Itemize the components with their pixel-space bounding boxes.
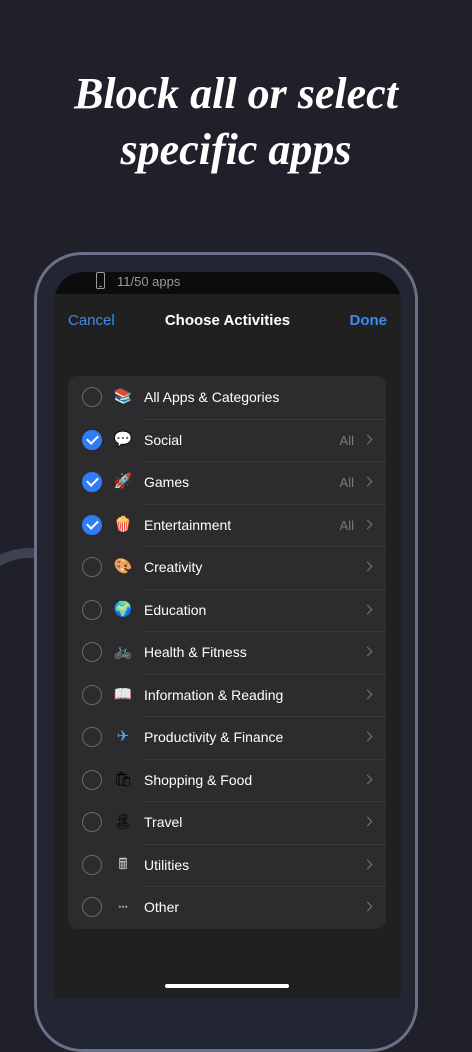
activity-row-10[interactable]: 🛍 Shopping & Food [68, 758, 386, 802]
chevron-right-icon[interactable] [362, 434, 373, 444]
shopping-bag-icon: 🛍 [113, 770, 133, 788]
activity-row-11[interactable]: 🏝 Travel [68, 801, 386, 844]
phone-screen: 11/50 apps Choose Activities Cancel Done… [54, 272, 401, 998]
activity-label: Travel [144, 814, 183, 830]
ellipsis-icon: ••• [118, 902, 128, 912]
activity-label: Information & Reading [144, 686, 284, 703]
activity-label: Games [144, 474, 190, 490]
activity-label: Health & Fitness [144, 644, 247, 660]
chevron-right-icon[interactable] [362, 646, 373, 657]
cancel-button[interactable]: Cancel [68, 312, 115, 329]
chevron-right-icon[interactable] [362, 519, 373, 529]
popcorn-icon: 🍿 [113, 515, 133, 533]
bicycle-icon: 🚲 [113, 643, 133, 660]
headline: Block all or select specific apps [0, 66, 472, 178]
chevron-right-icon[interactable] [362, 689, 373, 699]
checked-radio[interactable] [82, 429, 102, 450]
activity-row-1[interactable]: 📚 All Apps & Categories [68, 376, 386, 419]
activity-row-4[interactable]: 🍿 Entertainment All [68, 503, 386, 547]
chevron-right-icon[interactable] [362, 476, 373, 487]
unchecked-radio[interactable] [82, 854, 102, 875]
activity-list: 📚 All Apps & Categories 💬 Social All 🚀 Games Al… [68, 376, 386, 929]
activity-label: Shopping & Food [144, 771, 253, 788]
selection-detail: All [339, 432, 354, 448]
checked-radio[interactable] [82, 472, 102, 492]
palette-icon: 🎨 [113, 558, 133, 575]
island-icon: 🏝 [113, 813, 133, 830]
activity-row-5[interactable]: 🎨 Creativity [68, 546, 386, 589]
activity-row-7[interactable]: 🚲 Health & Fitness [68, 631, 386, 674]
chevron-right-icon[interactable] [362, 774, 373, 784]
chevron-right-icon[interactable] [362, 561, 373, 572]
book-icon: 📖 [113, 685, 133, 703]
activity-label: Other [144, 899, 180, 915]
app-count: 11/50 apps [117, 274, 181, 289]
nav-bar: Choose Activities Cancel Done [54, 304, 401, 334]
activity-row-3[interactable]: 🚀 Games All [68, 461, 386, 504]
activity-label: Entertainment [144, 516, 232, 533]
unchecked-radio[interactable] [82, 557, 102, 577]
paper-plane-icon: ✈ [116, 728, 130, 745]
activity-label: Social [144, 431, 183, 448]
activity-row-13[interactable]: ••• Other [68, 886, 386, 929]
speech-heart-icon: 💬 [113, 430, 133, 448]
activity-label: Productivity & Finance [144, 729, 284, 745]
phone-icon [96, 272, 105, 289]
activity-label: Utilities [144, 856, 190, 873]
chevron-right-icon[interactable] [362, 731, 373, 742]
unchecked-radio[interactable] [82, 599, 102, 620]
rocket-icon: 🚀 [113, 473, 133, 490]
status-bar: 11/50 apps [54, 272, 401, 294]
chevron-right-icon[interactable] [362, 901, 373, 912]
selection-detail: All [339, 517, 354, 533]
chevron-right-icon[interactable] [362, 859, 373, 869]
activity-label: Creativity [144, 559, 203, 575]
calculator-icon: 🖩 [118, 855, 128, 873]
home-indicator[interactable] [165, 984, 289, 988]
unchecked-radio[interactable] [82, 727, 102, 747]
unchecked-radio[interactable] [82, 684, 102, 705]
activity-row-8[interactable]: 📖 Information & Reading [68, 673, 386, 717]
checked-radio[interactable] [82, 514, 102, 535]
chevron-right-icon[interactable] [362, 816, 373, 827]
headline-line-1: Block all or select [74, 69, 398, 118]
activity-row-6[interactable]: 🌍 Education [68, 588, 386, 632]
unchecked-radio[interactable] [82, 812, 102, 832]
stack-icon: 📚 [113, 388, 133, 405]
unchecked-radio[interactable] [82, 387, 102, 407]
done-button[interactable]: Done [350, 312, 388, 329]
unchecked-radio[interactable] [82, 642, 102, 662]
activity-row-2[interactable]: 💬 Social All [68, 418, 386, 462]
selection-detail: All [339, 475, 354, 490]
unchecked-radio[interactable] [82, 769, 102, 790]
chevron-right-icon[interactable] [362, 604, 373, 614]
headline-line-2: specific apps [120, 125, 352, 174]
activity-label: All Apps & Categories [144, 389, 280, 405]
globe-icon: 🌍 [113, 600, 133, 618]
unchecked-radio[interactable] [82, 897, 102, 917]
activity-row-12[interactable]: 🖩 Utilities [68, 843, 386, 887]
activity-row-9[interactable]: ✈ Productivity & Finance [68, 716, 386, 759]
activity-label: Education [144, 601, 207, 618]
